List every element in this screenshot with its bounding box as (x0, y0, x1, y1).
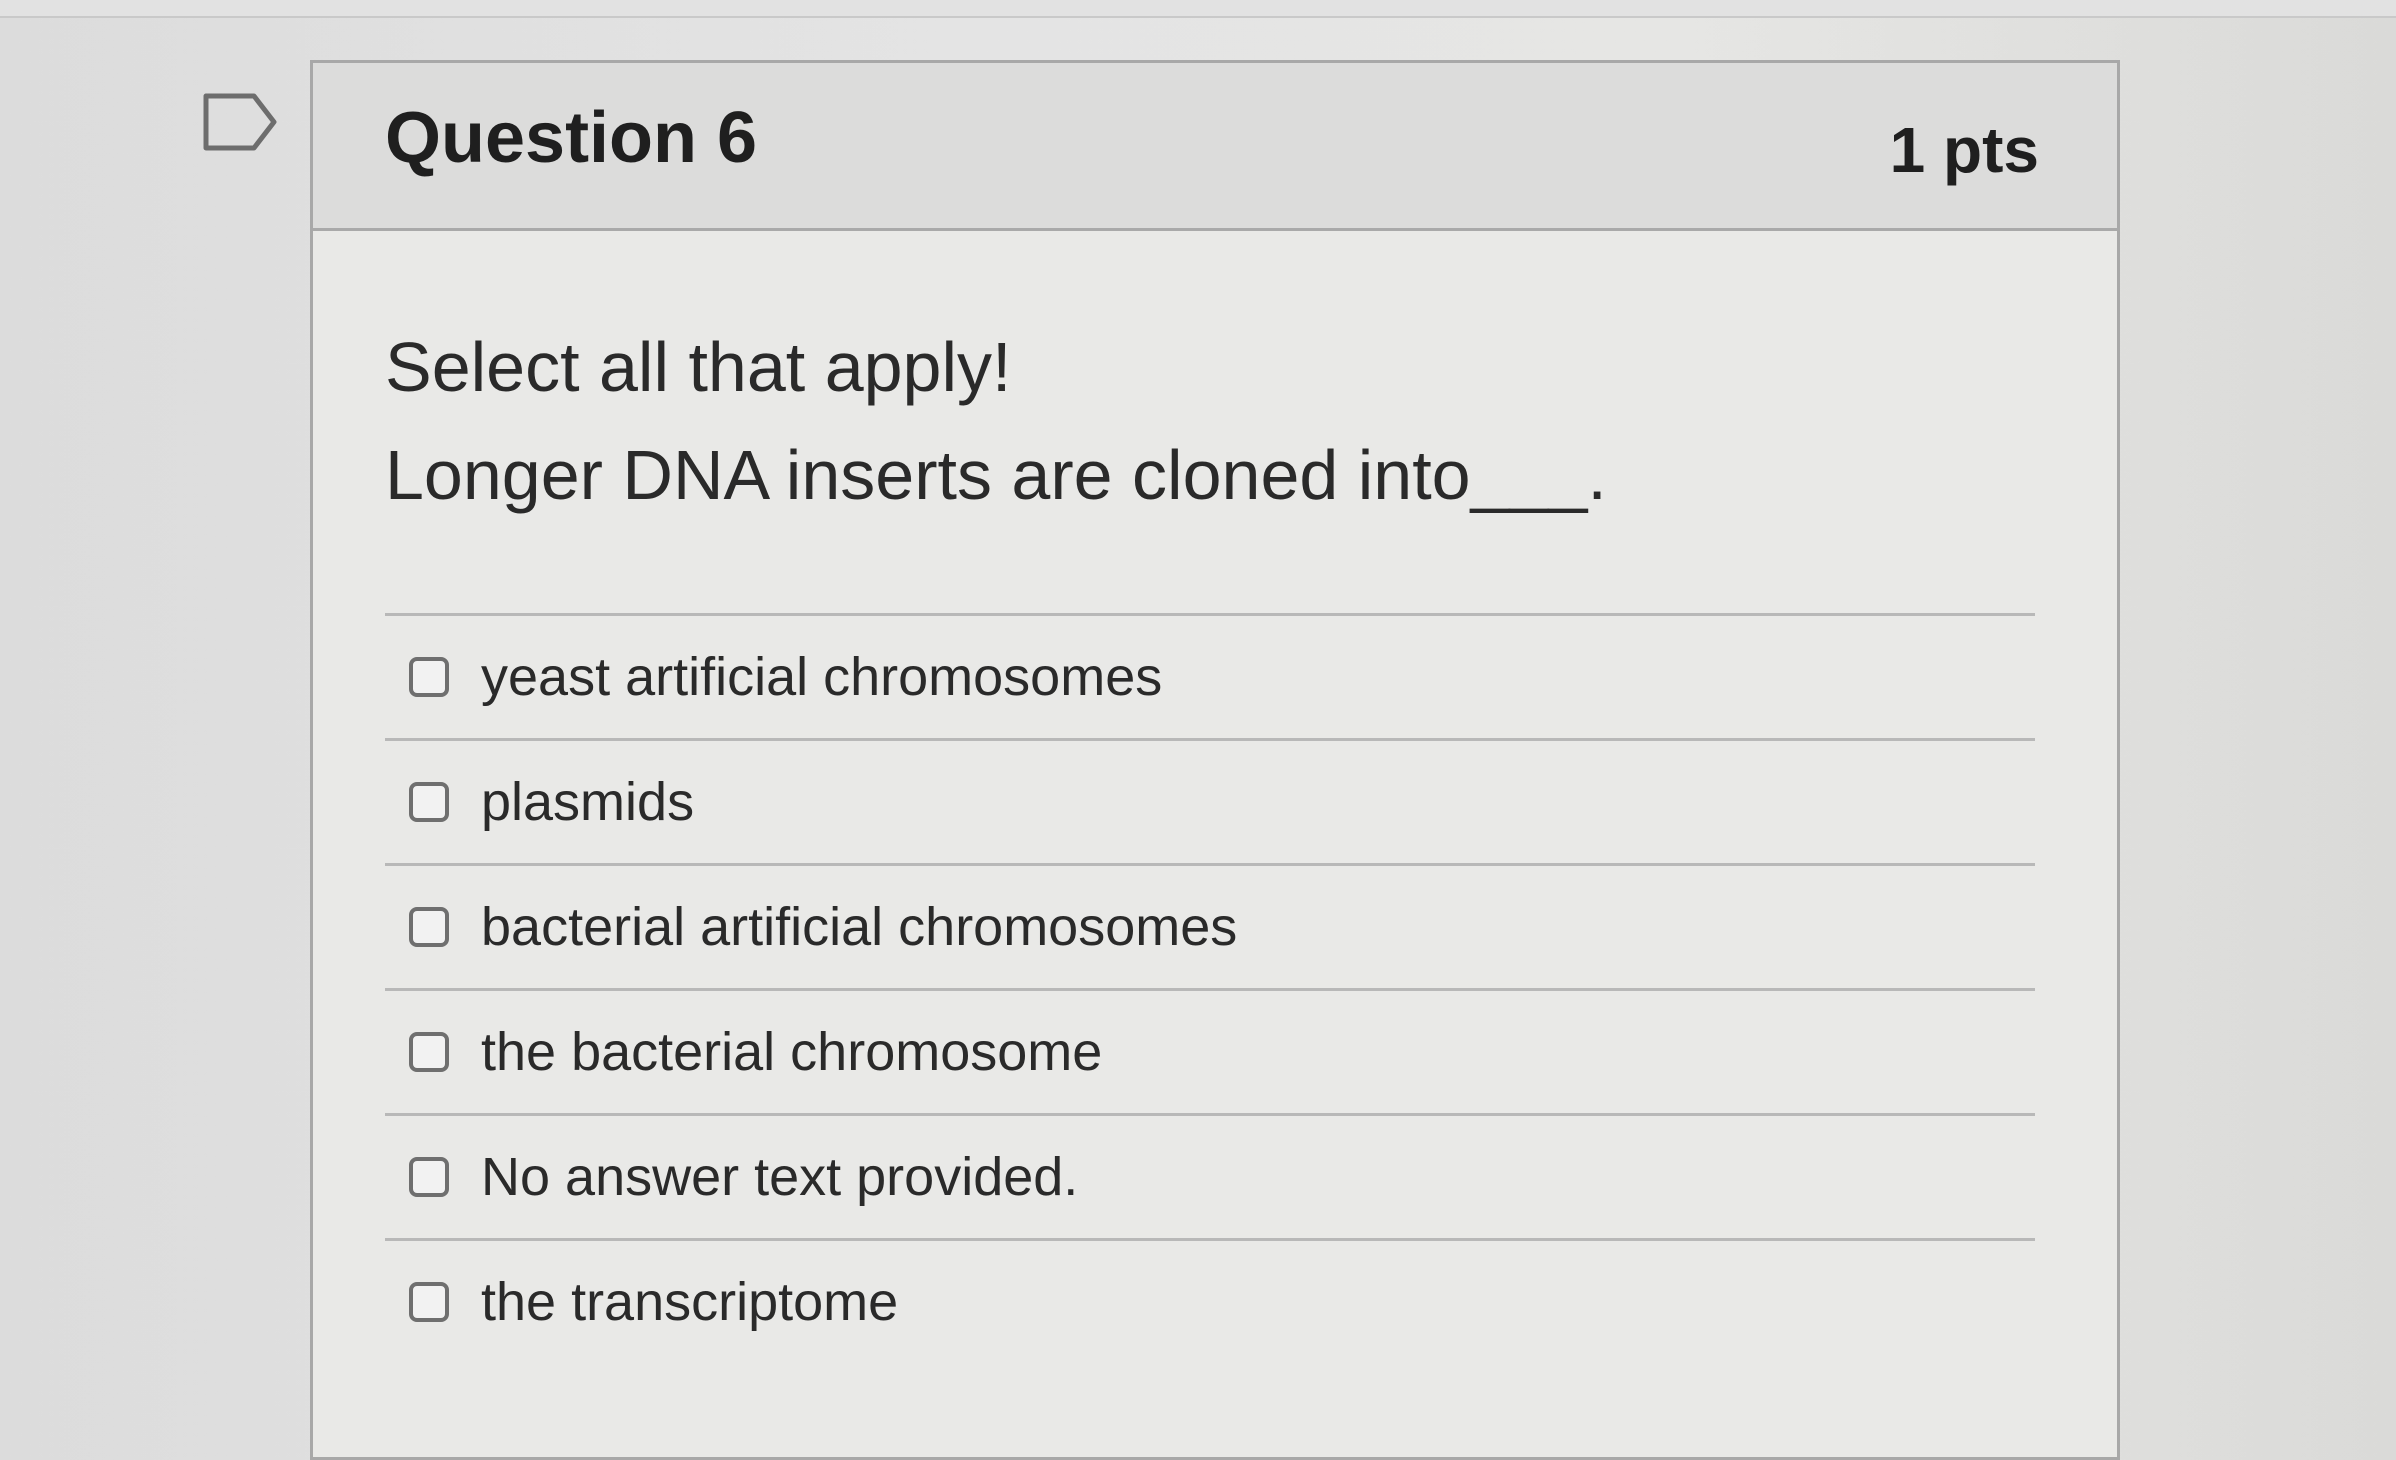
question-points: 1 pts (1889, 114, 2039, 186)
answer-label: yeast artificial chromosomes (481, 647, 1163, 707)
question-prompt: Longer DNA inserts are cloned into___. (385, 435, 1607, 514)
question-card: Question 6 1 pts Select all that apply! … (310, 60, 2120, 1460)
question-instruction: Select all that apply! (385, 328, 1012, 406)
answer-option-no-answer-text-provided[interactable]: No answer text provided. (385, 1116, 2035, 1238)
answer-label: the transcriptome (481, 1272, 899, 1332)
answer-label: plasmids (481, 772, 695, 832)
answer-option-plasmids[interactable]: plasmids (385, 741, 2035, 863)
answer-label: bacterial artificial chromosomes (481, 897, 1238, 957)
question-title: Question 6 (385, 98, 758, 178)
answer-option-the-bacterial-chromosome[interactable]: the bacterial chromosome (385, 991, 2035, 1113)
answer-list: yeast artificial chromosomes plasmids ba… (385, 613, 2035, 1363)
checkbox[interactable] (409, 657, 449, 697)
question-header: Question 6 1 pts (313, 63, 2117, 231)
flag-icon[interactable] (200, 90, 280, 154)
answer-option-bacterial-artificial-chromosomes[interactable]: bacterial artificial chromosomes (385, 866, 2035, 988)
checkbox[interactable] (409, 782, 449, 822)
question-body: Select all that apply! Longer DNA insert… (385, 328, 2035, 514)
answer-label: the bacterial chromosome (481, 1022, 1103, 1082)
answer-label: No answer text provided. (481, 1147, 1079, 1207)
page-top-border (0, 0, 2396, 18)
answer-option-the-transcriptome[interactable]: the transcriptome (385, 1241, 2035, 1363)
checkbox[interactable] (409, 1282, 449, 1322)
checkbox[interactable] (409, 1032, 449, 1072)
checkbox[interactable] (409, 907, 449, 947)
answer-option-yeast-artificial-chromosomes[interactable]: yeast artificial chromosomes (385, 616, 2035, 738)
checkbox[interactable] (409, 1157, 449, 1197)
